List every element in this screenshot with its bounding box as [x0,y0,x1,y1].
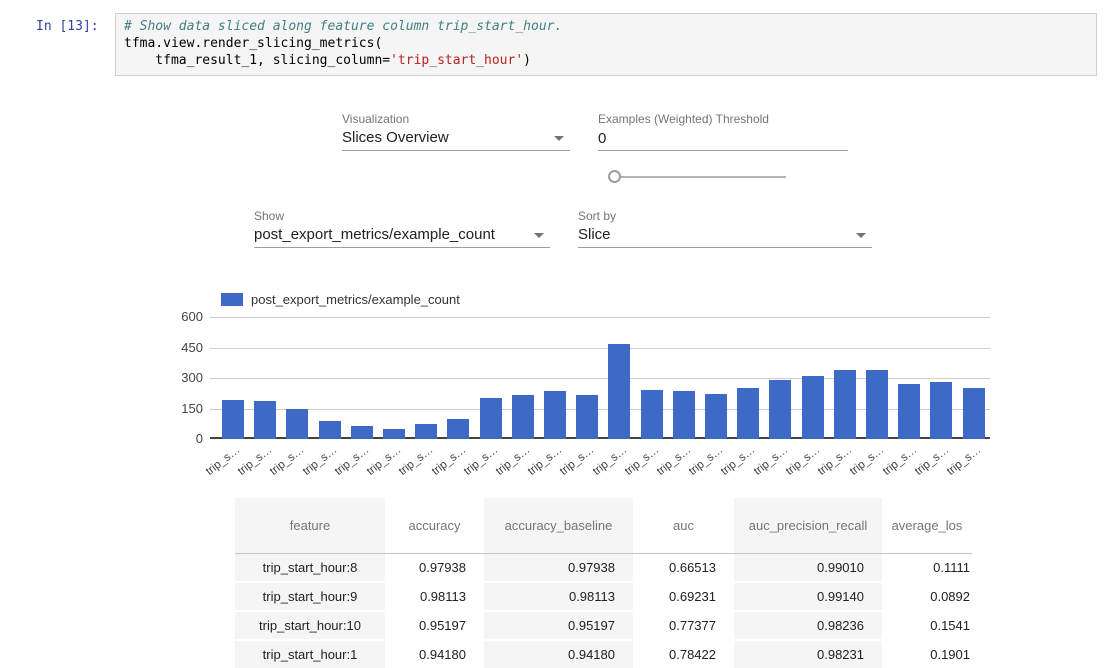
threshold-slider[interactable] [608,170,786,184]
sort-by-value[interactable]: Slice [578,223,872,247]
bar[interactable] [383,429,405,439]
metric-cell: 0.99010 [734,553,882,582]
bar[interactable] [254,401,276,439]
visualization-value[interactable]: Slices Overview [342,126,570,150]
bar[interactable] [544,391,566,439]
threshold-input[interactable] [598,126,848,150]
chevron-down-icon[interactable] [554,136,564,141]
bar[interactable] [480,398,502,439]
legend-swatch [221,293,243,306]
table-row: trip_start_hour:100.951970.951970.773770… [235,611,972,640]
metrics-table-container[interactable]: featureaccuracyaccuracy_baselineaucauc_p… [235,498,972,668]
y-tick-label: 0 [159,431,203,446]
metrics-table: featureaccuracyaccuracy_baselineaucauc_p… [235,498,972,668]
legend-label: post_export_metrics/example_count [251,292,460,307]
metric-cell: 0.95197 [484,611,633,640]
y-tick-label: 450 [159,340,203,355]
metric-cell: 0.95197 [385,611,484,640]
feature-cell: trip_start_hour:10 [235,611,385,640]
metric-cell: 0.69231 [633,582,734,611]
chevron-down-icon[interactable] [856,233,866,238]
table-row: trip_start_hour:10.941800.941800.784220.… [235,640,972,668]
slider-track[interactable] [614,176,786,178]
table-row: trip_start_hour:80.979380.979380.665130.… [235,553,972,582]
bar[interactable] [705,394,727,439]
threshold-field[interactable]: Examples (Weighted) Threshold [598,112,848,151]
metric-cell: 0.78422 [633,640,734,668]
bar[interactable] [222,400,244,439]
bar[interactable] [802,376,824,439]
bar[interactable] [351,426,373,439]
y-tick-label: 150 [159,401,203,416]
bar[interactable] [769,380,791,439]
slider-knob[interactable] [608,170,621,183]
threshold-label: Examples (Weighted) Threshold [598,112,848,126]
metric-cell: 0.98113 [385,582,484,611]
code-line-3: tfma_result_1, slicing_column='trip_star… [124,52,1088,69]
metric-cell: 0.77377 [633,611,734,640]
show-label: Show [254,209,550,223]
sort-by-label: Sort by [578,209,872,223]
metric-cell: 0.66513 [633,553,734,582]
show-metric-dropdown[interactable]: Show post_export_metrics/example_count [254,209,550,248]
metric-cell: 0.98231 [734,640,882,668]
feature-cell: trip_start_hour:8 [235,553,385,582]
metric-cell: 0.94180 [385,640,484,668]
bar[interactable] [963,388,985,439]
bar[interactable] [898,384,920,439]
column-header: average_los [882,498,972,553]
chevron-down-icon[interactable] [534,233,544,238]
bar[interactable] [415,424,437,439]
column-header: feature [235,498,385,553]
table-header-row: featureaccuracyaccuracy_baselineaucauc_p… [235,498,972,553]
code-comment-line: # Show data sliced along feature column … [124,18,1088,35]
show-value[interactable]: post_export_metrics/example_count [254,223,550,247]
metric-cell: 0.99140 [734,582,882,611]
y-tick-label: 600 [159,309,203,324]
bar[interactable] [447,419,469,439]
column-header: accuracy [385,498,484,553]
metric-cell: 0.1111 [882,553,972,582]
y-tick-label: 300 [159,370,203,385]
visualization-dropdown[interactable]: Visualization Slices Overview [342,112,570,151]
feature-cell: trip_start_hour:1 [235,640,385,668]
bar[interactable] [608,344,630,439]
bar[interactable] [512,395,534,439]
bar-series [222,317,985,439]
code-editor[interactable]: # Show data sliced along feature column … [115,13,1097,76]
metric-cell: 0.1541 [882,611,972,640]
code-line-2: tfma.view.render_slicing_metrics( [124,35,1088,52]
table-row: trip_start_hour:90.981130.981130.692310.… [235,582,972,611]
metric-cell: 0.97938 [385,553,484,582]
column-header: auc [633,498,734,553]
metric-cell: 0.0892 [882,582,972,611]
visualization-label: Visualization [342,112,570,126]
bar[interactable] [673,391,695,439]
cell-input-prompt: In [13]: [36,19,110,34]
metric-cell: 0.94180 [484,640,633,668]
bar[interactable] [930,382,952,439]
bar[interactable] [834,370,856,439]
bar[interactable] [286,409,308,439]
metric-cell: 0.98113 [484,582,633,611]
metric-cell: 0.1901 [882,640,972,668]
feature-cell: trip_start_hour:9 [235,582,385,611]
metric-cell: 0.98236 [734,611,882,640]
bar[interactable] [641,390,663,439]
metric-cell: 0.97938 [484,553,633,582]
sort-by-dropdown[interactable]: Sort by Slice [578,209,872,248]
bar[interactable] [866,370,888,439]
bar[interactable] [319,421,341,439]
column-header: auc_precision_recall [734,498,882,553]
column-header: accuracy_baseline [484,498,633,553]
bar[interactable] [737,388,759,439]
bar[interactable] [576,395,598,439]
